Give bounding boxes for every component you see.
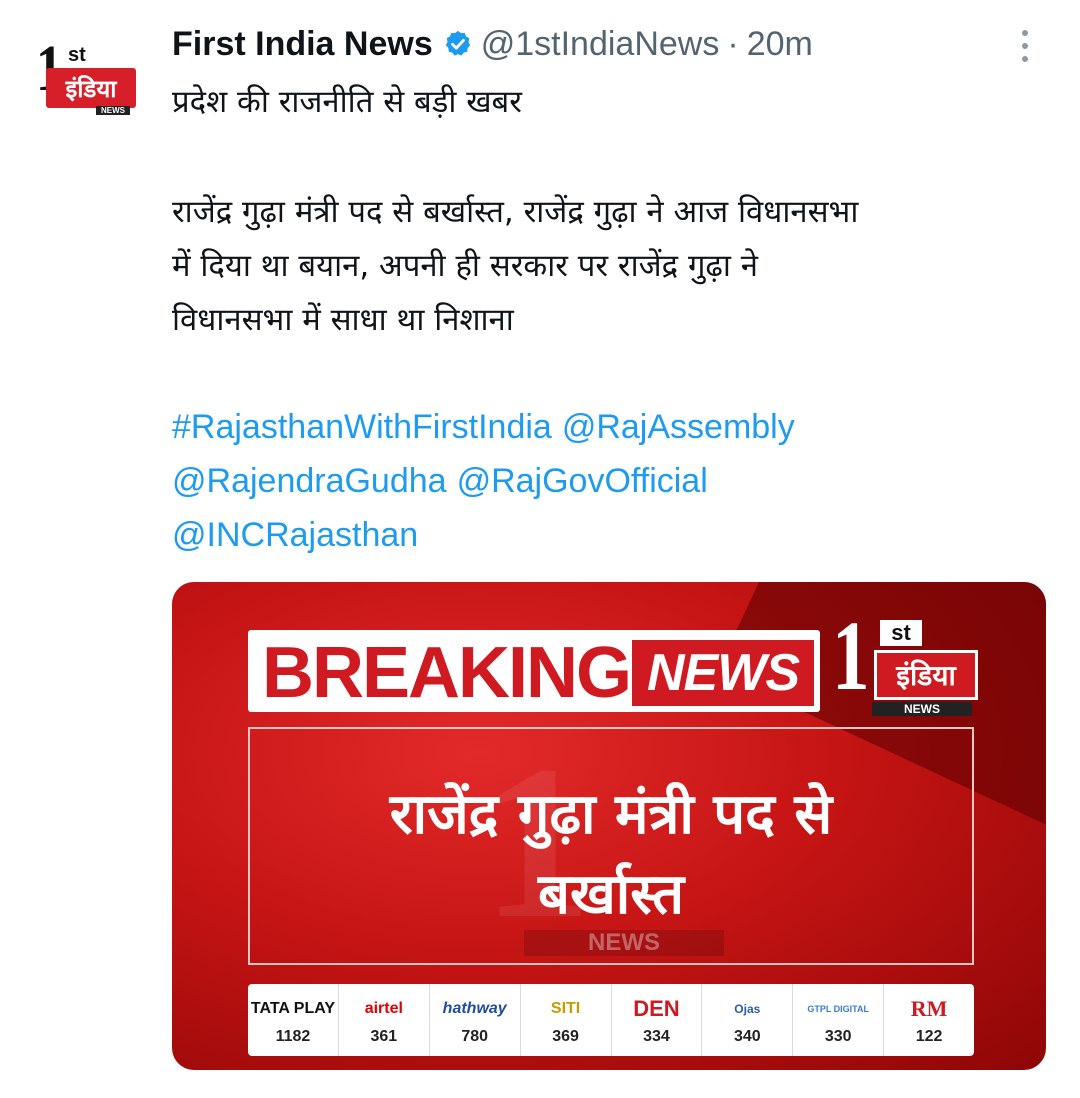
channel-name: TATA PLAY (250, 1000, 336, 1017)
channel-item: airtel 361 (339, 984, 430, 1056)
tweet-header: First India News @1stIndiaNews · 20m (172, 22, 813, 66)
channel-item: hathway 780 (430, 984, 521, 1056)
news-label: NEWS (632, 640, 814, 706)
tweet-text-line-2: राजेंद्र गुढ़ा मंत्री पद से बर्खास्त, रा… (172, 194, 859, 230)
profile-avatar[interactable]: 1 st इंडिया NEWS (36, 36, 138, 116)
channel-number: 340 (733, 1028, 761, 1045)
tweet-media-image[interactable]: 1 NEWS BREAKING NEWS 1 st इंडिया NEWS रा… (172, 582, 1046, 1070)
logo-numeral: 1 (832, 600, 870, 711)
channel-number: 334 (643, 1028, 670, 1045)
channel-name: GTPL DIGITAL (807, 1004, 870, 1014)
breaking-label: BREAKING (262, 633, 632, 713)
logo-india: इंडिया (874, 650, 978, 700)
channel-item: TATA PLAY 1182 (248, 984, 339, 1056)
logo-news: NEWS (872, 702, 972, 716)
channel-name: Ojas (734, 1002, 761, 1016)
channel-name: hathway (442, 1000, 507, 1017)
tweet-text-line-1: प्रदेश की राजनीति से बड़ी खबर (172, 84, 522, 120)
channel-logo: 1 st इंडिया NEWS (832, 606, 982, 722)
avatar-logo-news: NEWS (96, 106, 130, 115)
tweet-links-row-1: #RajasthanWithFirstIndia @RajAssembly (172, 408, 805, 447)
channel-number: 361 (370, 1028, 398, 1045)
tweet-timestamp[interactable]: 20m (747, 25, 813, 64)
mention-link[interactable]: @RajAssembly (562, 408, 795, 446)
channel-item: DEN 334 (612, 984, 703, 1056)
channel-item: RM 122 (884, 984, 974, 1056)
logo-st: st (880, 620, 922, 646)
channel-item: Ojas 340 (702, 984, 794, 1056)
channel-name: DEN (633, 996, 680, 1021)
headline-line-2: बर्खास्त (538, 862, 684, 927)
mention-link[interactable]: @RajendraGudha (172, 462, 447, 500)
tweet-links-row-2: @RajendraGudha @RajGovOfficial (172, 462, 718, 501)
author-name[interactable]: First India News (172, 25, 433, 64)
tweet-text-line-4: विधानसभा में साधा था निशाना (172, 302, 514, 338)
channel-name: airtel (364, 1000, 403, 1017)
mention-link[interactable]: @RajGovOfficial (457, 462, 708, 500)
avatar-logo-st: st (68, 44, 86, 66)
channel-name: SITI (550, 1000, 581, 1017)
author-handle[interactable]: @1stIndiaNews (481, 25, 720, 64)
mention-link[interactable]: @INCRajasthan (172, 516, 418, 554)
tweet-text-line-3: में दिया था बयान, अपनी ही सरकार पर राजें… (172, 248, 758, 284)
hashtag-link[interactable]: #RajasthanWithFirstIndia (172, 408, 552, 446)
channel-item: SITI 369 (521, 984, 612, 1056)
headline-line-1: राजेंद्र गुढ़ा मंत्री पद से (389, 782, 833, 847)
more-options-icon[interactable] (1010, 26, 1040, 66)
channel-number: 122 (915, 1028, 943, 1045)
avatar-logo-india: इंडिया (46, 68, 136, 108)
header-separator: · (727, 24, 739, 63)
tweet-links-row-3: @INCRajasthan (172, 516, 428, 555)
channel-strip: TATA PLAY 1182 airtel 361 hathway 780 SI… (248, 984, 974, 1056)
channel-number: 369 (552, 1028, 579, 1045)
channel-item: GTPL DIGITAL 330 (793, 984, 885, 1056)
channel-number: 780 (461, 1028, 489, 1045)
channel-number: 1182 (275, 1028, 311, 1045)
channel-number: 330 (824, 1028, 852, 1045)
verified-badge-icon[interactable] (443, 29, 473, 59)
channel-name: RM (910, 996, 948, 1021)
